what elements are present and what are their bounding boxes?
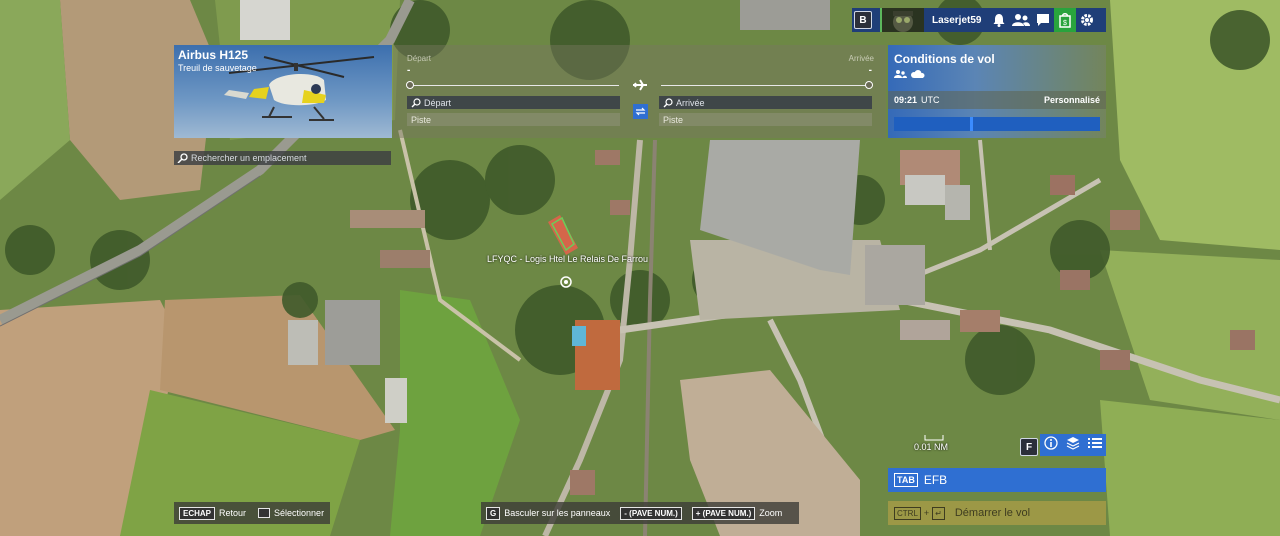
escape-label: Retour — [219, 508, 247, 518]
arrival-input[interactable]: Arrivée — [659, 96, 872, 109]
arrival-value: - — [868, 65, 872, 76]
scale-bar-icon — [924, 435, 944, 441]
g-label: Basculer sur les panneaux — [504, 508, 611, 518]
gear-icon[interactable] — [1076, 8, 1098, 32]
friends-icon[interactable] — [1010, 8, 1032, 32]
g-key[interactable]: G — [486, 506, 501, 520]
efb-button[interactable]: TAB EFB — [888, 468, 1106, 492]
depart-label: Départ — [407, 54, 432, 63]
zoom-label: Zoom — [759, 508, 783, 518]
depart-runway-text: Piste — [411, 114, 432, 125]
swap-button[interactable] — [633, 104, 648, 119]
avatar[interactable] — [880, 8, 924, 32]
ctrl-key: CTRL — [894, 506, 921, 520]
efb-label: EFB — [923, 473, 948, 487]
aircraft-name: Airbus H125 — [178, 48, 249, 62]
shop-icon[interactable]: $ — [1054, 8, 1076, 32]
enter-key: ↵ — [932, 506, 945, 520]
depart-input-text: Départ — [424, 97, 452, 108]
svg-text:$: $ — [1063, 20, 1067, 27]
chat-icon[interactable] — [1032, 8, 1054, 32]
bell-icon[interactable] — [988, 8, 1010, 32]
airplane-icon — [633, 79, 647, 91]
conditions-panel[interactable]: Conditions de vol 09:21 UTC Personnalisé — [888, 45, 1106, 138]
arrival-runway-text: Piste — [663, 114, 684, 125]
poi-label[interactable]: LFYQC - Logis Htel Le Relais De Farrou — [487, 254, 648, 264]
minus-key[interactable]: - (PAVE NUM.) — [620, 506, 682, 520]
hint-panels-zoom: G Basculer sur les panneaux - (PAVE NUM.… — [481, 502, 799, 524]
start-flight-button[interactable]: CTRL + ↵ Démarrer le vol — [888, 501, 1106, 525]
weather-icons — [894, 70, 925, 78]
arrival-runway-select[interactable]: Piste — [659, 113, 872, 126]
select-label: Sélectionner — [274, 508, 325, 518]
hint-back-select: ECHAP Retour Sélectionner — [174, 502, 330, 524]
depart-runway-select[interactable]: Piste — [407, 113, 620, 126]
info-icon[interactable] — [1044, 435, 1058, 455]
arrival-track — [661, 85, 869, 86]
list-icon[interactable] — [1088, 436, 1102, 454]
flight-plan-panel: Départ Arrivée - - Départ Arrivée Piste … — [393, 45, 886, 138]
depart-dot — [406, 81, 414, 89]
search-icon — [411, 97, 421, 107]
plus-key[interactable]: + (PAVE NUM.) — [691, 506, 756, 520]
scale-text: 0.01 NM — [914, 442, 949, 452]
time-value: 09:21 — [894, 95, 918, 105]
depart-value: - — [407, 65, 411, 76]
space-key-icon[interactable] — [258, 508, 271, 518]
arrival-input-text: Arrivée — [676, 97, 705, 108]
map-tools — [1040, 434, 1106, 456]
weather-mode: Personnalisé — [1043, 95, 1100, 105]
search-icon — [663, 97, 673, 107]
search-placeholder: Rechercher un emplacement — [191, 153, 307, 163]
key-b[interactable]: B — [854, 11, 872, 29]
cloud-icon — [911, 70, 925, 78]
tab-key: TAB — [894, 473, 918, 487]
escape-key[interactable]: ECHAP — [179, 506, 216, 520]
layers-icon[interactable] — [1066, 436, 1080, 455]
swap-icon — [635, 107, 646, 116]
aircraft-card[interactable]: Airbus H125 Treuil de sauvetage — [174, 45, 392, 138]
start-label: Démarrer le vol — [954, 507, 1031, 519]
time-slider-handle[interactable] — [970, 117, 973, 131]
pilot-avatar-icon — [893, 11, 913, 32]
top-bar: B Laserjet59 $ — [852, 8, 1106, 32]
timezone: UTC — [921, 95, 940, 105]
time-row: 09:21 UTC Personnalisé — [888, 91, 1106, 109]
username[interactable]: Laserjet59 — [932, 15, 988, 26]
depart-input[interactable]: Départ — [407, 96, 620, 109]
time-slider[interactable] — [894, 117, 1100, 131]
search-icon — [177, 153, 188, 163]
mission-name: Treuil de sauvetage — [178, 63, 257, 73]
key-f[interactable]: F — [1020, 438, 1038, 456]
conditions-title: Conditions de vol — [894, 52, 995, 66]
search-location-input[interactable]: Rechercher un emplacement — [174, 151, 391, 165]
arrival-dot — [865, 81, 873, 89]
multiplayer-icon — [894, 70, 907, 78]
map-scale: 0.01 NM — [914, 435, 949, 452]
plus-sign: + — [923, 508, 930, 518]
arrival-label: Arrivée — [848, 54, 874, 63]
depart-track — [409, 85, 619, 86]
